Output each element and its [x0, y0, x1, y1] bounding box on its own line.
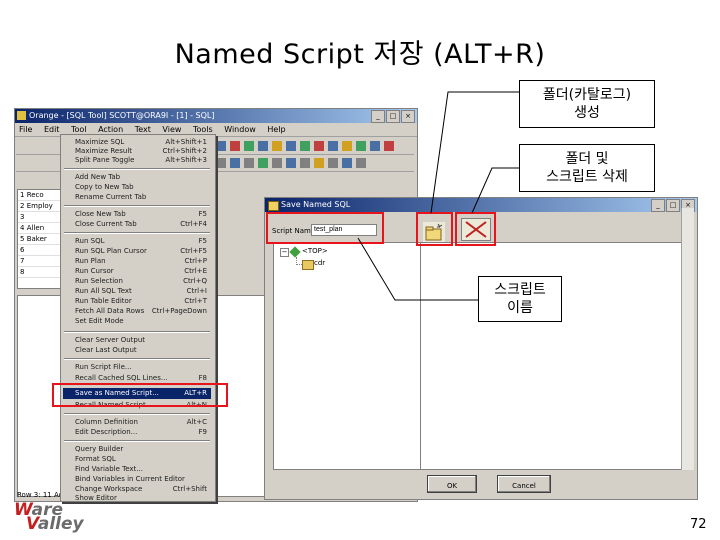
callout-leader-lines — [357, 91, 519, 301]
page-number: 72 — [690, 517, 707, 532]
